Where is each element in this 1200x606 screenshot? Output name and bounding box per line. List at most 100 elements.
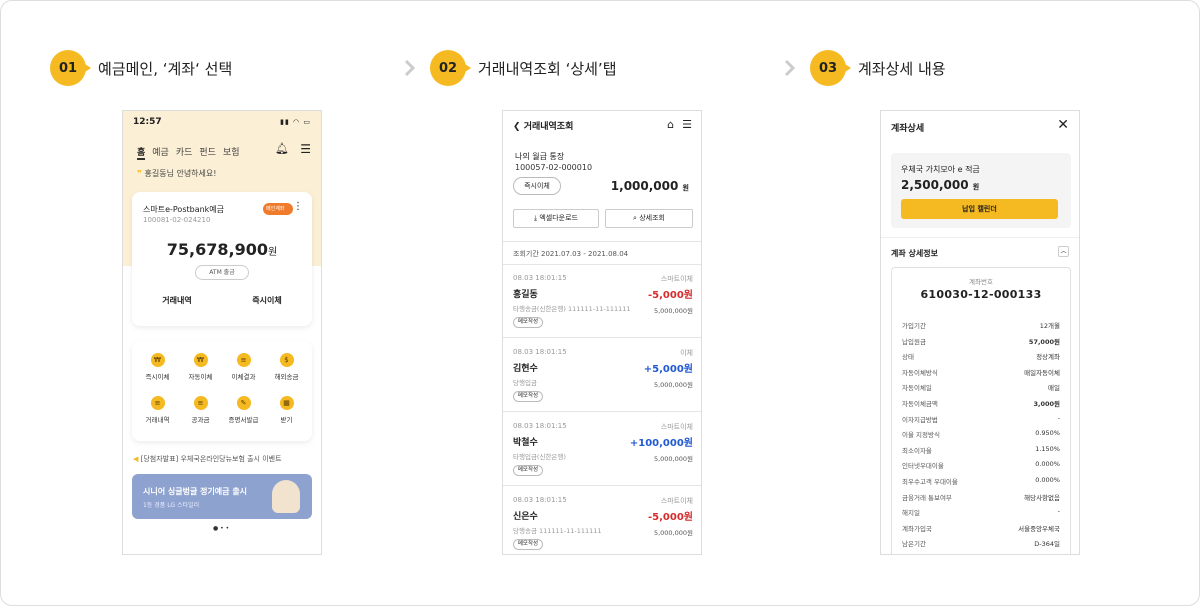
nav-tab-insurance[interactable]: 보험 — [223, 145, 240, 160]
divider — [503, 241, 701, 242]
page-title: 계좌상세 — [891, 124, 925, 134]
back-icon[interactable]: ❮ — [513, 122, 524, 132]
close-icon[interactable]: ✕ — [1057, 117, 1069, 133]
menu-item-history[interactable]: ≡ 거래내역 — [136, 396, 179, 429]
memo-button[interactable]: 메모작성 — [513, 391, 543, 402]
qr-icon: ▦ — [279, 396, 294, 410]
transaction-item[interactable]: 08.03 18:01:15 이체 김현수 +5,000원 당행입금 5,000… — [513, 348, 693, 402]
main-account-toggle[interactable]: 메인계좌 — [263, 203, 293, 215]
memo-button[interactable]: 메모작성 — [513, 539, 543, 550]
account-number: 100081-02-024210 — [143, 216, 211, 224]
document-icon: ≡ — [150, 396, 165, 410]
detail-value: 매일자동이체 — [1024, 368, 1060, 377]
detail-row: 상태 정상계좌 — [902, 351, 1060, 367]
detail-value: 해당사항없음 — [1024, 493, 1060, 502]
menu-item-overseas-remit[interactable]: $ 해외송금 — [265, 353, 308, 386]
menu-label: 공과금 — [191, 416, 210, 424]
home-icon[interactable]: ⌂ — [667, 118, 674, 131]
detail-value: 1.150% — [1035, 444, 1060, 453]
detail-label: 납입원금 — [902, 337, 926, 346]
detail-label: 인터넷우대이율 — [902, 462, 944, 471]
divider — [503, 264, 701, 265]
detail-value: - — [1057, 507, 1060, 516]
status-icons: ▮▮ ◠ ▭ — [280, 118, 311, 126]
transaction-item[interactable]: 08.03 18:01:15 스마트이체 신은수 -5,000원 당행송금 11… — [513, 496, 693, 550]
notice[interactable]: ◀ [당첨자발표] 우체국온라인당뉴보험 출시 이벤트 — [133, 454, 282, 464]
hamburger-menu-icon[interactable]: ☰ — [682, 118, 692, 131]
detail-value: 정상계좌 — [1036, 353, 1060, 362]
chevron-right-icon — [784, 59, 796, 77]
instant-transfer-button[interactable]: 즉시이체 — [222, 295, 312, 306]
account-balance: 75,678,900원 — [132, 240, 312, 259]
menu-item-instant-transfer[interactable]: ₩ 즉시이체 — [136, 353, 179, 386]
transaction-history-button[interactable]: 거래내역 — [132, 295, 222, 306]
tx-balance: 5,000,000원 — [653, 455, 693, 463]
detail-row: 자동이체방식 매일자동이체 — [902, 367, 1060, 383]
detail-label: 자동이체일 — [902, 384, 932, 393]
memo-button[interactable]: 메모작성 — [513, 465, 543, 476]
nav-tab-home[interactable]: 홈 — [137, 145, 146, 160]
detail-label: 최우수고객 우대이율 — [902, 477, 958, 486]
phone-deposit-main: 12:57 ▮▮ ◠ ▭ 홈 예금 카드 펀드 보험 🔔︎ ☰ ❞ 홍길동님 안… — [122, 110, 322, 555]
detail-row: 자동이체금액 3,000원 — [902, 398, 1060, 414]
banner-subtitle: 1등 경품 LG 스타일러 — [143, 502, 200, 509]
detail-value: 서울중앙우체국 — [1018, 524, 1060, 533]
nav-tab-deposit[interactable]: 예금 — [152, 145, 169, 160]
document-icon: ≡ — [193, 396, 208, 410]
menu-label: 거래내역 — [145, 416, 170, 424]
transaction-item[interactable]: 08.03 18:01:15 스마트이체 홍길동 -5,000원 타행송금(신한… — [513, 274, 693, 328]
payment-calendar-button[interactable]: 납입 캘린더 — [901, 199, 1058, 219]
tx-amount: -5,000원 — [648, 512, 693, 523]
excel-download-button[interactable]: ⤓ 엑셀다운로드 — [513, 209, 599, 228]
quick-menu: ₩ 즉시이체 ₩ 자동이체 ≡ 이체결과 $ 해외송금 ≡ 거래내역 ≡ 공과금 ✎ 증명서발… — [132, 341, 312, 441]
step-3: 03 계좌상세 내용 — [810, 50, 946, 86]
atm-withdraw-button[interactable]: ATM 출금 — [195, 265, 249, 280]
memo-button[interactable]: 메모작성 — [513, 317, 543, 328]
excel-label: 엑셀다운로드 — [539, 214, 578, 222]
product-summary: 우체국 가치모아 e 적금 2,500,000 원 납입 캘린더 — [891, 153, 1071, 228]
menu-label: 즉시이체 — [145, 373, 170, 381]
instant-transfer-button[interactable]: 즉시이체 — [513, 177, 561, 195]
more-icon[interactable]: ⋮ — [293, 201, 303, 212]
nav-tab-card[interactable]: 카드 — [176, 145, 193, 160]
detail-row: 이율 지정방식 0.950% — [902, 429, 1060, 445]
nav-tab-fund[interactable]: 펀드 — [199, 145, 216, 160]
detail-value: D-364일 — [1034, 540, 1060, 549]
detail-row: 계좌가입국 서울중앙우체국 — [902, 523, 1060, 539]
chevron-up-icon[interactable]: ︿ — [1058, 246, 1069, 257]
amount-value: 2,500,000 — [901, 178, 969, 192]
detail-row: 인터넷우대이율 0.000% — [902, 460, 1060, 476]
menu-item-transfer-result[interactable]: ≡ 이체결과 — [222, 353, 265, 386]
menu-item-utility[interactable]: ≡ 공과금 — [179, 396, 222, 429]
step-label: 거래내역조회 ‘상세’탭 — [478, 59, 617, 78]
divider — [503, 411, 701, 412]
detail-label: 계좌가입국 — [902, 524, 932, 533]
detail-value: - — [1057, 413, 1060, 422]
menu-item-certificate[interactable]: ✎ 증명서발급 — [222, 396, 265, 429]
bell-icon[interactable]: 🔔︎ — [275, 142, 289, 155]
detail-search-button[interactable]: ⌕ 상세조회 — [605, 209, 693, 228]
document-icon: ≡ — [236, 353, 251, 367]
balance-amount: 75,678,900 — [166, 240, 268, 259]
hamburger-menu-icon[interactable]: ☰ — [300, 142, 311, 156]
account-title: 스마트e-Postbank예금 — [143, 205, 225, 214]
menu-item-auto-transfer[interactable]: ₩ 자동이체 — [179, 353, 222, 386]
tx-balance: 5,000,000원 — [653, 529, 693, 537]
detail-label: 가입기간 — [902, 322, 926, 330]
transaction-item[interactable]: 08.03 18:01:15 스마트이체 박철수 +100,000원 타행입금(… — [513, 422, 693, 476]
menu-item-receive[interactable]: ▦ 받기 — [265, 396, 308, 429]
product-amount: 2,500,000 원 — [901, 178, 979, 192]
detail-label: 해지일 — [902, 509, 920, 518]
page-title: ❮ 거래내역조회 — [513, 119, 573, 132]
step-badge: 01 — [50, 50, 91, 86]
detail-value: 0.000% — [1035, 475, 1060, 484]
balance-amount: 1,000,000 — [610, 179, 679, 193]
account-card[interactable]: 스마트e-Postbank예금 100081-02-024210 메인계좌 ⋮ … — [132, 192, 312, 326]
detail-value: 57,000원 — [1028, 337, 1060, 346]
tx-amount: +100,000원 — [629, 438, 693, 449]
senior-character-illustration — [272, 480, 300, 513]
detail-value: 매일 — [1048, 384, 1060, 393]
pager-dots: ● • • — [213, 525, 230, 532]
detail-label: 이자지급방법 — [902, 415, 938, 424]
promo-banner[interactable]: 시니어 싱글벙글 정기예금 출시 1등 경품 LG 스타일러 — [132, 474, 312, 519]
